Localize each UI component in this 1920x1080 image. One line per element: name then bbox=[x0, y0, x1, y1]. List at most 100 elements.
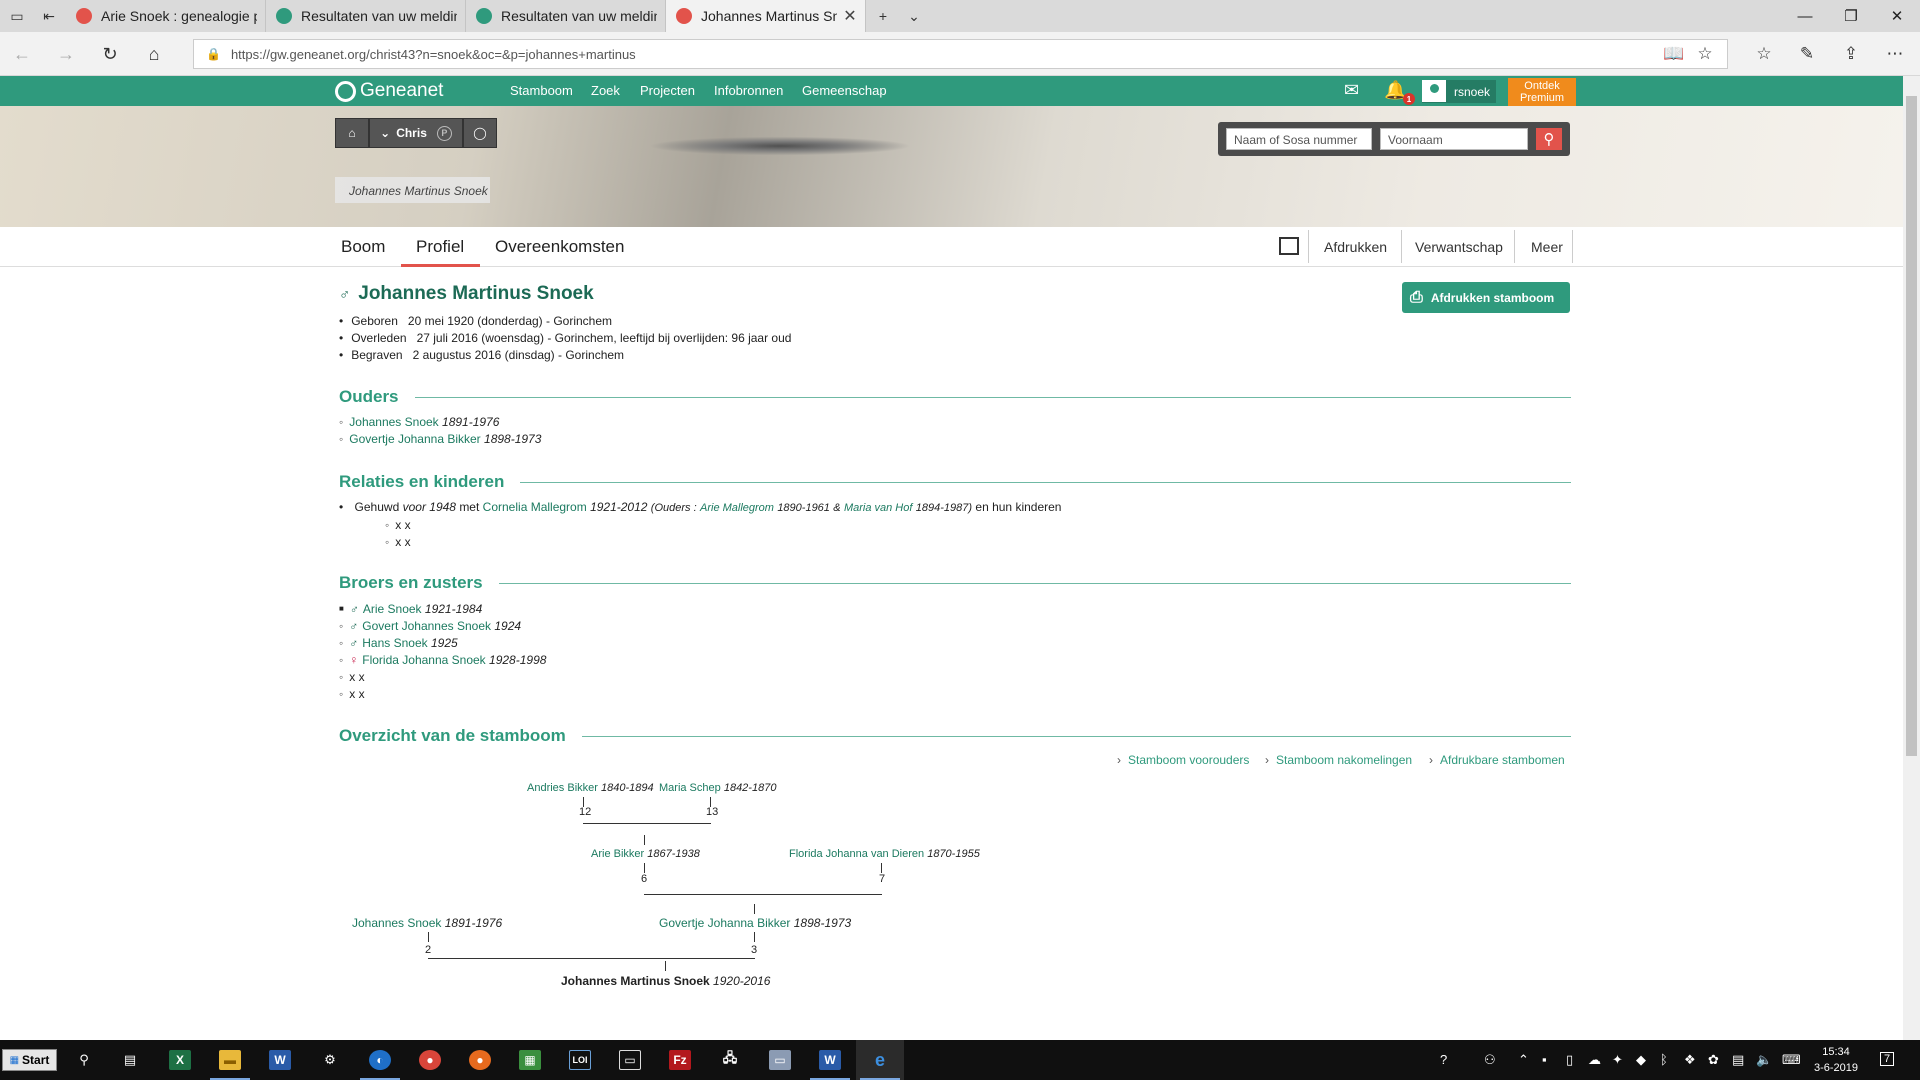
spouse-father-link[interactable]: Arie Mallegrom bbox=[700, 502, 774, 514]
word-icon[interactable]: W bbox=[256, 1040, 304, 1080]
window-app-icon[interactable]: ▭ bbox=[606, 1040, 654, 1080]
premium-button[interactable]: Ontdek Premium bbox=[1508, 78, 1576, 106]
spouse-link[interactable]: Cornelia Mallegrom bbox=[483, 500, 587, 514]
nav-gemeenschap[interactable]: Gemeenschap bbox=[802, 83, 887, 98]
tray-app-icon[interactable]: ▤ bbox=[1732, 1052, 1744, 1068]
tree-person-link[interactable]: Florida Johanna van Dieren bbox=[789, 848, 924, 860]
meer-menu[interactable]: Meer bbox=[1531, 239, 1563, 255]
reading-view-icon[interactable]: 📖 bbox=[1657, 38, 1691, 70]
printable-trees-link[interactable]: › Afdrukbare stambomen bbox=[1429, 753, 1565, 767]
system-clock[interactable]: 15:34 3-6-2019 bbox=[1806, 1044, 1866, 1076]
browser-tab-2[interactable]: Resultaten van uw meldinge bbox=[266, 0, 466, 32]
language-icon[interactable]: ⌨ bbox=[1782, 1052, 1801, 1068]
tree-person-link[interactable]: Arie Bikker bbox=[591, 848, 644, 860]
browser-tab-1[interactable]: Arie Snoek : genealogie per bbox=[66, 0, 266, 32]
outlook-icon[interactable]: ◐ bbox=[356, 1040, 404, 1080]
scrollbar-thumb[interactable] bbox=[1906, 96, 1917, 756]
action-center-icon[interactable]: 7 bbox=[1880, 1052, 1895, 1066]
tree-person-link[interactable]: Andries Bikker bbox=[527, 782, 598, 794]
more-menu-icon[interactable]: ⋯ bbox=[1878, 38, 1912, 70]
favorite-star-icon[interactable]: ☆ bbox=[1688, 38, 1722, 70]
tab-list-icon[interactable]: ▭ bbox=[0, 0, 34, 32]
tray-app-icon[interactable]: ▪ bbox=[1542, 1052, 1547, 1067]
tree-home-icon[interactable]: ⌂ bbox=[335, 118, 369, 148]
word-doc-icon[interactable]: W bbox=[806, 1040, 854, 1080]
volume-icon[interactable]: 🔈 bbox=[1756, 1052, 1772, 1068]
start-button[interactable]: ▦ Start bbox=[2, 1049, 57, 1071]
tree-person-link[interactable]: Johannes Snoek bbox=[352, 916, 441, 930]
sibling-link[interactable]: Govert Johannes Snoek bbox=[362, 619, 491, 633]
comment-icon[interactable]: ◯ bbox=[463, 118, 497, 148]
browser-tab-3[interactable]: Resultaten van uw meldinge bbox=[466, 0, 666, 32]
parent-mother-link[interactable]: Govertje Johanna Bikker bbox=[349, 432, 480, 446]
geneanet-logo[interactable]: Geneanet bbox=[335, 80, 443, 102]
set-tabs-aside-icon[interactable]: ⇤ bbox=[32, 0, 66, 32]
url-input[interactable]: 🔒 https://gw.geneanet.org/christ43?n=sno… bbox=[193, 39, 1728, 69]
owner-dropdown[interactable]: ⌄ Chris P bbox=[369, 118, 463, 148]
ancestors-tree-link[interactable]: › Stamboom voorouders bbox=[1117, 753, 1249, 767]
tab-boom[interactable]: Boom bbox=[341, 237, 385, 257]
settings-gear-icon[interactable]: ⚙ bbox=[306, 1040, 354, 1080]
browser-tab-4-active[interactable]: Johannes Martinus Sno ✕ bbox=[666, 0, 866, 32]
help-icon[interactable]: ? bbox=[1440, 1052, 1447, 1067]
excel-icon[interactable]: X bbox=[156, 1040, 204, 1080]
nav-projecten[interactable]: Projecten bbox=[640, 83, 695, 98]
firstname-search-input[interactable]: Voornaam bbox=[1380, 128, 1528, 150]
user-avatar-icon[interactable] bbox=[1422, 80, 1446, 102]
tray-app-icon[interactable]: ◆ bbox=[1636, 1052, 1646, 1068]
task-view-icon[interactable]: ▤ bbox=[106, 1040, 154, 1080]
tree-person-link[interactable]: Maria Schep bbox=[659, 782, 721, 794]
file-explorer-icon[interactable]: ▬ bbox=[206, 1040, 254, 1080]
sibling-link[interactable]: Arie Snoek bbox=[363, 602, 422, 616]
network-app-icon[interactable]: 🖧 bbox=[706, 1040, 754, 1080]
filezilla-icon[interactable]: Fz bbox=[656, 1040, 704, 1080]
restore-icon[interactable]: ❐ bbox=[1828, 0, 1874, 32]
tab-profiel[interactable]: Profiel bbox=[416, 237, 464, 257]
print-tree-button[interactable]: ⎙ Afdrukken stamboom bbox=[1402, 282, 1570, 313]
home-icon[interactable]: ⌂ bbox=[138, 38, 170, 70]
chrome-icon[interactable]: ● bbox=[406, 1040, 454, 1080]
usb-icon[interactable]: ▯ bbox=[1566, 1052, 1573, 1068]
favorites-hub-icon[interactable]: ☆ bbox=[1747, 38, 1781, 70]
new-tab-icon[interactable]: + bbox=[866, 0, 900, 32]
share-icon[interactable]: ⇪ bbox=[1834, 38, 1868, 70]
messages-envelope-icon[interactable]: ✉ bbox=[1344, 80, 1359, 101]
nav-zoek[interactable]: Zoek bbox=[591, 83, 620, 98]
edge-browser-icon[interactable]: e bbox=[856, 1040, 904, 1080]
notes-icon[interactable] bbox=[1279, 237, 1299, 255]
minimize-icon[interactable]: — bbox=[1782, 0, 1828, 32]
web-note-icon[interactable]: ✎ bbox=[1790, 38, 1824, 70]
parent-father-link[interactable]: Johannes Snoek bbox=[349, 415, 438, 429]
forward-icon[interactable]: → bbox=[50, 38, 82, 70]
loi-app-icon[interactable]: LOI bbox=[556, 1040, 604, 1080]
tree-person-link[interactable]: Govertje Johanna Bikker bbox=[659, 916, 790, 930]
verwantschap-link[interactable]: Verwantschap bbox=[1415, 239, 1503, 255]
sibling-link[interactable]: Florida Johanna Snoek bbox=[362, 653, 485, 667]
back-icon[interactable]: ← bbox=[6, 38, 38, 70]
tab-overeenkomsten[interactable]: Overeenkomsten bbox=[495, 237, 624, 257]
dropbox-icon[interactable]: ❖ bbox=[1684, 1052, 1696, 1068]
nav-stamboom[interactable]: Stamboom bbox=[510, 83, 573, 98]
close-window-icon[interactable]: ✕ bbox=[1874, 0, 1920, 32]
spreadsheet-app-icon[interactable]: ▦ bbox=[506, 1040, 554, 1080]
afdrukken-link[interactable]: Afdrukken bbox=[1324, 239, 1387, 255]
close-tab-icon[interactable]: ✕ bbox=[843, 6, 857, 26]
nav-infobronnen[interactable]: Infobronnen bbox=[714, 83, 783, 98]
page-scrollbar[interactable] bbox=[1903, 76, 1920, 1040]
tray-chevron-up-icon[interactable]: ⌃ bbox=[1518, 1052, 1529, 1068]
descendants-tree-link[interactable]: › Stamboom nakomelingen bbox=[1265, 753, 1412, 767]
sosa-search-input[interactable]: Naam of Sosa nummer bbox=[1226, 128, 1372, 150]
search-icon[interactable]: ⚲ bbox=[1536, 128, 1562, 150]
people-icon[interactable]: ⚇ bbox=[1484, 1052, 1496, 1068]
bluetooth-icon[interactable]: ᛒ bbox=[1660, 1052, 1668, 1067]
refresh-icon[interactable]: ↻ bbox=[94, 38, 126, 70]
sibling-link[interactable]: Hans Snoek bbox=[362, 636, 427, 650]
scanner-app-icon[interactable]: ▭ bbox=[756, 1040, 804, 1080]
search-icon[interactable]: ⚲ bbox=[60, 1040, 108, 1080]
firefox-icon[interactable]: ● bbox=[456, 1040, 504, 1080]
spouse-mother-link[interactable]: Maria van Hof bbox=[844, 502, 912, 514]
tray-app-icon[interactable]: ✦ bbox=[1612, 1052, 1623, 1068]
tray-app-icon[interactable]: ✿ bbox=[1708, 1052, 1719, 1068]
tab-preview-chevron-icon[interactable]: ⌄ bbox=[897, 0, 931, 32]
onedrive-icon[interactable]: ☁ bbox=[1588, 1052, 1601, 1068]
